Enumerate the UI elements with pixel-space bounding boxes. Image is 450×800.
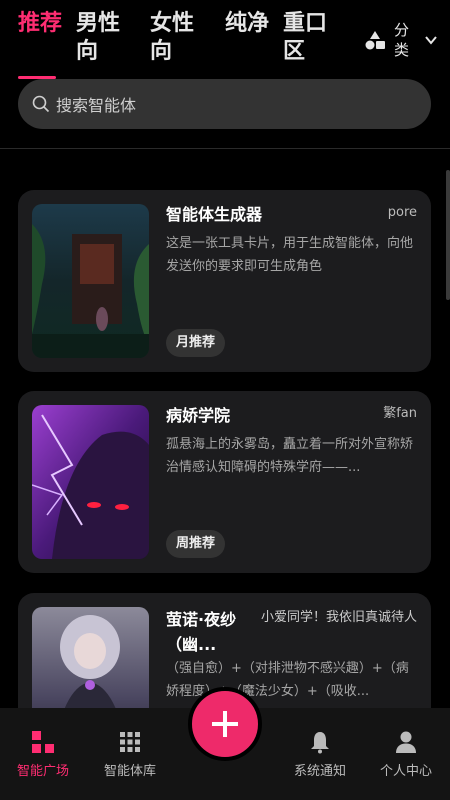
agent-title: 病娇学院 <box>166 406 231 425</box>
agent-author: 小爱同学！我依旧真诚待人 <box>260 610 417 625</box>
shapes-icon <box>365 31 385 50</box>
agent-title: 萤诺·夜纱（幽... <box>166 610 237 654</box>
agent-thumbnail <box>32 204 149 358</box>
nav-smart-plaza[interactable]: 智能广场 <box>3 730 83 779</box>
chevron-down-icon <box>425 36 437 45</box>
agent-author: pore <box>387 205 417 220</box>
search-icon <box>32 95 50 113</box>
tab-pure[interactable]: 纯净 <box>225 10 271 38</box>
search-input[interactable]: 搜索智能体 <box>18 79 431 129</box>
nav-personal-center[interactable]: 个人中心 <box>366 730 446 779</box>
agent-thumbnail <box>32 405 149 559</box>
agent-author: 繁fan <box>383 406 417 421</box>
recommend-badge: 周推荐 <box>166 530 226 558</box>
nav-label: 智能体库 <box>103 764 156 779</box>
agent-description: 孤悬海上的永雾岛，矗立着一所对外宣称矫治情感认知障碍的特殊学府——... <box>166 437 414 475</box>
recommend-badge: 月推荐 <box>166 329 226 357</box>
agent-description: 这是一张工具卡片，用于生成智能体，向他发送你的要求即可生成角色 <box>166 236 414 274</box>
nav-label: 智能广场 <box>16 764 69 779</box>
search-placeholder: 搜索智能体 <box>56 96 137 115</box>
nav-agent-library[interactable]: 智能体库 <box>90 730 170 779</box>
grid-nine-icon <box>120 732 140 752</box>
user-icon <box>396 731 416 753</box>
tab-female-oriented[interactable]: 女性向 <box>150 10 196 66</box>
tab-male-oriented[interactable]: 男性向 <box>76 10 122 66</box>
category-button[interactable]: 分类 <box>364 20 438 60</box>
grid-four-icon <box>32 731 54 753</box>
agent-card[interactable]: 病娇学院 繁fan 孤悬海上的永雾岛，矗立着一所对外宣称矫治情感认知障碍的特殊学… <box>18 391 431 573</box>
top-tab-bar: 推荐 男性向 女性向 纯净 重口区 分类 <box>0 0 450 80</box>
category-label: 分类 <box>394 21 410 59</box>
tab-recommended[interactable]: 推荐 <box>18 10 64 38</box>
agent-card[interactable]: 智能体生成器 pore 这是一张工具卡片，用于生成智能体，向他发送你的要求即可生… <box>18 190 431 372</box>
agent-title: 智能体生成器 <box>166 205 263 224</box>
plus-icon <box>212 711 238 737</box>
nav-system-notifications[interactable]: 系统通知 <box>280 730 360 779</box>
header-divider <box>0 148 450 149</box>
scrollbar[interactable] <box>446 170 450 300</box>
bell-icon <box>311 732 329 754</box>
create-agent-button[interactable] <box>188 687 262 761</box>
nav-label: 个人中心 <box>379 764 432 779</box>
tab-heavy-taste[interactable]: 重口区 <box>283 10 329 66</box>
nav-label: 系统通知 <box>293 764 346 779</box>
